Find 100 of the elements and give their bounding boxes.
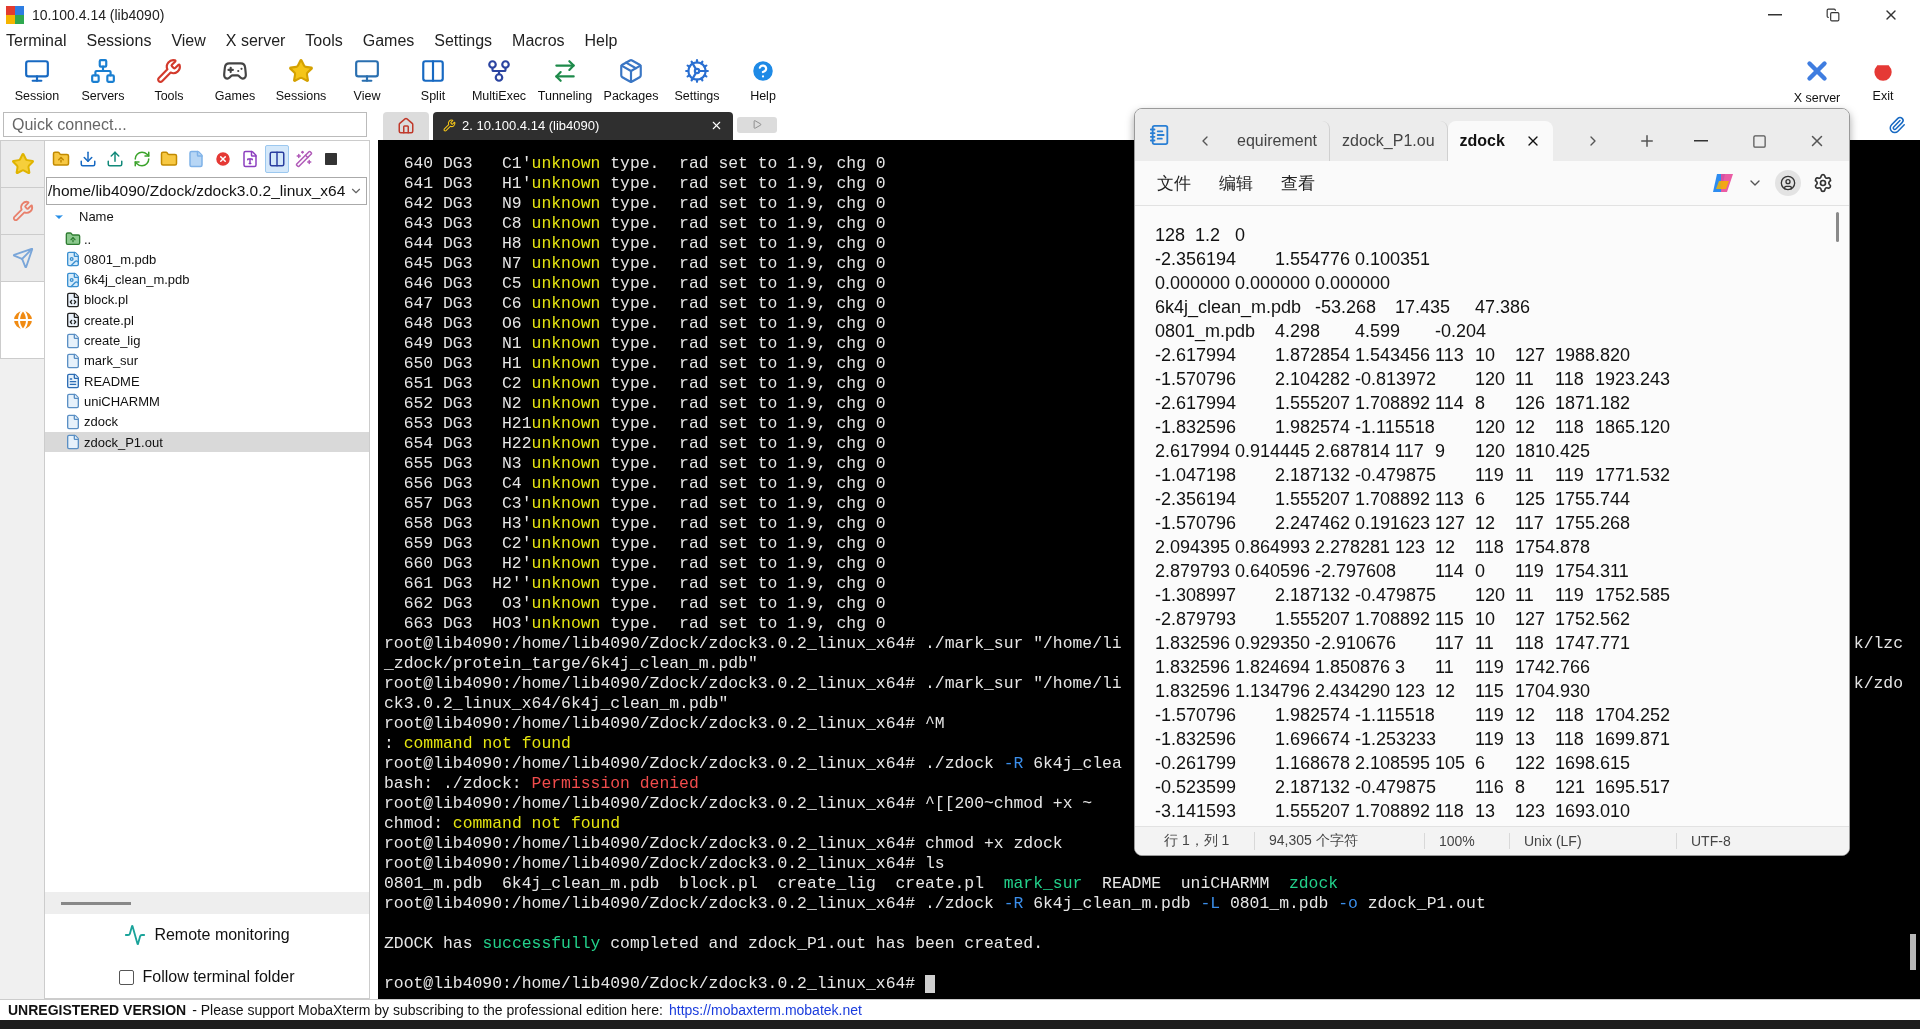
- file-icon: [65, 332, 81, 349]
- minimize-icon: [1694, 140, 1708, 142]
- arrows-icon: [552, 58, 578, 85]
- terminal-line: 646 DG3 C5 unknown type. rad set to 1.9, chg 0: [402, 273, 886, 294]
- status-item: UTF-8: [1676, 833, 1826, 849]
- terminal-line: 656 DG3 C4 unknown type. rad set to 1.9, chg 0: [402, 473, 886, 494]
- menu-item[interactable]: Games: [362, 32, 415, 50]
- menu-item[interactable]: View: [171, 32, 206, 50]
- toolbar-button[interactable]: [265, 144, 289, 173]
- terminal-line: 650 DG3 H1 unknown type. rad set to 1.9, chg 0: [402, 353, 886, 374]
- scrollbar-thumb[interactable]: [1910, 933, 1916, 970]
- column-header[interactable]: Name: [79, 209, 114, 225]
- text-line: -1.570796 2.247462 0.191623 127 12 117 1755.268: [1155, 512, 1631, 535]
- toolbar-button[interactable]: Split: [400, 53, 466, 108]
- menu-item[interactable]: Settings: [434, 32, 493, 50]
- toolbar-button[interactable]: Session: [4, 53, 70, 108]
- terminal-line: 641 DG3 H1'unknown type. rad set to 1.9, chg 0: [402, 173, 886, 194]
- new-tab-button[interactable]: [737, 116, 777, 133]
- toolbar-button[interactable]: Sessions: [268, 53, 334, 108]
- website-link[interactable]: https://mobaxterm.mobatek.net: [668, 1002, 862, 1018]
- file-item[interactable]: create_lig: [45, 330, 369, 351]
- text-line: 0.000000 0.000000 0.000000: [1155, 272, 1391, 295]
- text-line: 1.832596 0.929350 -2.910676 117 11 118 1747.771: [1155, 632, 1631, 655]
- package-icon: [618, 58, 644, 85]
- terminal-line: root@lib4090:/home/lib4090/Zdock/zdock3.0.2_linux_x64# ./zdock -R 6k4j_clea: [384, 753, 1122, 774]
- file-item[interactable]: README: [45, 371, 369, 392]
- menu-item[interactable]: 编辑: [1205, 171, 1267, 195]
- terminal-line: 648 DG3 O6 unknown type. rad set to 1.9, chg 0: [402, 313, 886, 334]
- quick-connect-field[interactable]: Quick connect...: [3, 112, 367, 138]
- remote-monitoring-button[interactable]: Remote monitoring: [154, 926, 290, 945]
- file-item[interactable]: uniCHARMM: [45, 391, 369, 412]
- copilot-icon[interactable]: [1711, 171, 1735, 195]
- terminal-line: root@lib4090:/home/lib4090/Zdock/zdock3.0.2_linux_x64# ./mark_sur "/home/li: [384, 673, 1122, 694]
- toolbar-button[interactable]: Help: [730, 53, 796, 108]
- document-tab[interactable]: equirement: [1225, 121, 1331, 161]
- home-tab[interactable]: [383, 111, 429, 140]
- terminal-line: chmod: command not found: [384, 813, 621, 834]
- wrench-icon: [156, 58, 182, 85]
- paperclip-icon[interactable]: [1888, 115, 1906, 134]
- sidebar-tab[interactable]: [0, 280, 44, 359]
- text-editor[interactable]: [1135, 206, 1849, 826]
- session-tab[interactable]: 2. 10.100.4.14 (lib4090): [433, 111, 733, 140]
- text-line: -1.832596 1.696674 -1.253233 119 13 118 1699.871: [1155, 728, 1671, 751]
- menu-item[interactable]: Tools: [305, 32, 343, 50]
- toolbar-button[interactable]: View: [334, 53, 400, 108]
- checkbox-label: Follow terminal folder: [142, 968, 295, 987]
- text-line: -2.617994 1.872854 1.543456 113 10 127 1988.820: [1155, 344, 1631, 367]
- sidebar-tab[interactable]: [0, 233, 44, 282]
- file-item[interactable]: create.pl: [45, 310, 369, 331]
- restore-icon: [1826, 8, 1840, 22]
- menu-item[interactable]: 查看: [1267, 171, 1329, 195]
- toolbar-button[interactable]: Tunneling: [532, 53, 598, 108]
- toolbar-button[interactable]: Exit: [1850, 53, 1916, 108]
- terminal-line: 651 DG3 C2 unknown type. rad set to 1.9, chg 0: [402, 373, 886, 394]
- status-item: 100%: [1424, 833, 1509, 849]
- file-item[interactable]: block.pl: [45, 289, 369, 311]
- menu-item[interactable]: Sessions: [86, 32, 152, 50]
- account-button[interactable]: [1775, 170, 1801, 196]
- sidebar-tab[interactable]: [0, 139, 44, 188]
- file-icon: [65, 434, 81, 451]
- file-item[interactable]: zdock_P1.out: [45, 431, 369, 453]
- terminal-line: 652 DG3 N2 unknown type. rad set to 1.9, chg 0: [402, 393, 886, 414]
- file-item[interactable]: mark_sur: [45, 350, 369, 371]
- toolbar-button[interactable]: Settings: [664, 53, 730, 108]
- menu-item[interactable]: Macros: [512, 32, 565, 50]
- text-file-icon: [65, 373, 81, 390]
- sidebar-tab[interactable]: [0, 186, 44, 235]
- scrollbar-thumb[interactable]: [1836, 212, 1839, 242]
- settings-icon[interactable]: [1813, 173, 1833, 193]
- text-line: 1.832596 1.134796 2.434290 123 12 115 1704.930: [1155, 680, 1591, 703]
- app-logo-icon: [6, 6, 24, 24]
- toolbar-button[interactable]: Tools: [136, 53, 202, 108]
- columns-icon: [268, 149, 286, 168]
- text-line: -2.879793 1.555207 1.708892 115 10 127 1752.562: [1155, 608, 1631, 631]
- file-item[interactable]: ..: [45, 228, 369, 250]
- terminal-line: 658 DG3 H3'unknown type. rad set to 1.9, chg 0: [402, 513, 886, 534]
- toolbar-button[interactable]: Servers: [70, 53, 136, 108]
- upload-icon: [106, 149, 124, 168]
- toolbar-button[interactable]: Games: [202, 53, 268, 108]
- path-dropdown[interactable]: /home/lib4090/Zdock/zdock3.0.2_linux_x64: [46, 176, 367, 205]
- document-tab[interactable]: zdock_P1.ou: [1330, 121, 1448, 161]
- file-item[interactable]: 6k4j_clean_m.pdb: [45, 269, 369, 290]
- toolbar-button[interactable]: X server: [1784, 53, 1850, 108]
- text-line: -1.832596 1.982574 -1.115518 120 12 118 1865.120: [1155, 416, 1671, 439]
- file-item[interactable]: zdock: [45, 411, 369, 432]
- star-icon: [288, 58, 314, 85]
- code-file-icon: [65, 291, 81, 308]
- file-item[interactable]: 0801_m.pdb: [45, 249, 369, 270]
- terminal-line: 655 DG3 N3 unknown type. rad set to 1.9, chg 0: [402, 453, 886, 474]
- document-tab[interactable]: zdock: [1447, 121, 1553, 161]
- menu-item[interactable]: 文件: [1143, 171, 1205, 195]
- text-line: 128 1.2 0: [1155, 224, 1245, 247]
- version-notice: UNREGISTERED VERSION: [8, 1002, 187, 1018]
- toolbar-button[interactable]: MultiExec: [466, 53, 532, 108]
- menu-item[interactable]: X server: [225, 32, 286, 50]
- panel-resizer[interactable]: [45, 892, 369, 915]
- checkbox[interactable]: [119, 969, 135, 985]
- menu-item[interactable]: Terminal: [6, 32, 67, 50]
- menu-item[interactable]: Help: [584, 32, 618, 50]
- toolbar-button[interactable]: Packages: [598, 53, 664, 108]
